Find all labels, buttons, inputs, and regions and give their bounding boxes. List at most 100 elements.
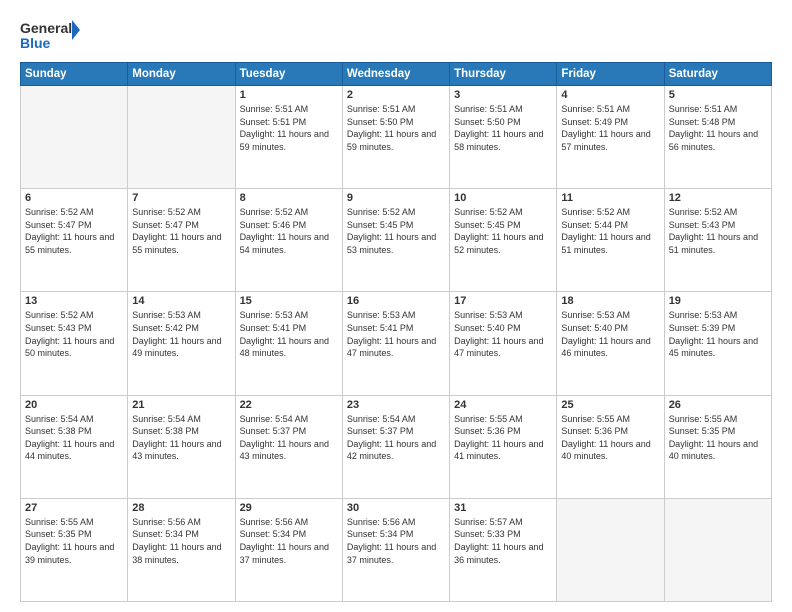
day-info: Sunrise: 5:53 AMSunset: 5:41 PMDaylight:… (347, 309, 445, 359)
day-info: Sunrise: 5:52 AMSunset: 5:43 PMDaylight:… (25, 309, 123, 359)
day-cell: 5 Sunrise: 5:51 AMSunset: 5:48 PMDaylight… (664, 86, 771, 189)
day-info: Sunrise: 5:52 AMSunset: 5:47 PMDaylight:… (25, 206, 123, 256)
day-cell: 19 Sunrise: 5:53 AMSunset: 5:39 PMDayligh… (664, 292, 771, 395)
day-number: 15 (240, 295, 338, 307)
day-cell: 2Sunrise: 5:51 AMSunset: 5:50 PMDaylight… (342, 86, 449, 189)
day-number: 9 (347, 192, 445, 204)
day-number: 26 (669, 399, 767, 411)
day-cell: 31Sunrise: 5:57 AMSunset: 5:33 PMDayligh… (450, 498, 557, 601)
day-cell: 7Sunrise: 5:52 AMSunset: 5:47 PMDaylight… (128, 189, 235, 292)
day-info: Sunrise: 5:52 AMSunset: 5:44 PMDaylight:… (561, 206, 659, 256)
day-header-sunday: Sunday (21, 63, 128, 86)
day-info: Sunrise: 5:51 AMSunset: 5:48 PMDaylight:… (669, 103, 767, 153)
day-info: Sunrise: 5:52 AMSunset: 5:47 PMDaylight:… (132, 206, 230, 256)
week-row-4: 20 Sunrise: 5:54 AMSunset: 5:38 PMDayligh… (21, 395, 772, 498)
day-info: Sunrise: 5:52 AMSunset: 5:45 PMDaylight:… (347, 206, 445, 256)
day-info: Sunrise: 5:51 AMSunset: 5:50 PMDaylight:… (454, 103, 552, 153)
logo-svg: GeneralBlue (20, 18, 80, 54)
day-cell: 18 Sunrise: 5:53 AMSunset: 5:40 PMDayligh… (557, 292, 664, 395)
day-cell (128, 86, 235, 189)
day-cell: 4 Sunrise: 5:51 AMSunset: 5:49 PMDaylight… (557, 86, 664, 189)
day-cell: 22 Sunrise: 5:54 AMSunset: 5:37 PMDayligh… (235, 395, 342, 498)
day-number: 12 (669, 192, 767, 204)
day-number: 16 (347, 295, 445, 307)
day-info: Sunrise: 5:54 AMSunset: 5:37 PMDaylight:… (347, 413, 445, 463)
day-number: 18 (561, 295, 659, 307)
day-cell: 21 Sunrise: 5:54 AMSunset: 5:38 PMDayligh… (128, 395, 235, 498)
day-info: Sunrise: 5:56 AMSunset: 5:34 PMDaylight:… (132, 516, 230, 566)
day-cell: 26 Sunrise: 5:55 AMSunset: 5:35 PMDayligh… (664, 395, 771, 498)
day-cell: 12 Sunrise: 5:52 AMSunset: 5:43 PMDayligh… (664, 189, 771, 292)
day-cell: 20Sunrise: 5:54 AMSunset: 5:38 PMDayligh… (21, 395, 128, 498)
day-number: 30 (347, 502, 445, 514)
day-number: 8 (240, 192, 338, 204)
day-cell: 10Sunrise: 5:52 AMSunset: 5:45 PMDayligh… (450, 189, 557, 292)
logo: GeneralBlue (20, 18, 80, 54)
day-number: 23 (347, 399, 445, 411)
day-header-wednesday: Wednesday (342, 63, 449, 86)
day-cell (21, 86, 128, 189)
week-row-3: 13 Sunrise: 5:52 AMSunset: 5:43 PMDayligh… (21, 292, 772, 395)
day-cell: 24 Sunrise: 5:55 AMSunset: 5:36 PMDayligh… (450, 395, 557, 498)
day-info: Sunrise: 5:55 AMSunset: 5:35 PMDaylight:… (669, 413, 767, 463)
day-header-tuesday: Tuesday (235, 63, 342, 86)
day-number: 4 (561, 89, 659, 101)
day-number: 17 (454, 295, 552, 307)
day-info: Sunrise: 5:53 AMSunset: 5:39 PMDaylight:… (669, 309, 767, 359)
day-info: Sunrise: 5:53 AMSunset: 5:40 PMDaylight:… (561, 309, 659, 359)
day-number: 2 (347, 89, 445, 101)
day-cell: 28 Sunrise: 5:56 AMSunset: 5:34 PMDayligh… (128, 498, 235, 601)
day-cell: 16 Sunrise: 5:53 AMSunset: 5:41 PMDayligh… (342, 292, 449, 395)
day-number: 5 (669, 89, 767, 101)
day-cell: 25 Sunrise: 5:55 AMSunset: 5:36 PMDayligh… (557, 395, 664, 498)
day-info: Sunrise: 5:53 AMSunset: 5:40 PMDaylight:… (454, 309, 552, 359)
day-cell: 8 Sunrise: 5:52 AMSunset: 5:46 PMDaylight… (235, 189, 342, 292)
day-number: 13 (25, 295, 123, 307)
day-info: Sunrise: 5:56 AMSunset: 5:34 PMDaylight:… (240, 516, 338, 566)
day-cell: 11 Sunrise: 5:52 AMSunset: 5:44 PMDayligh… (557, 189, 664, 292)
day-cell: 17 Sunrise: 5:53 AMSunset: 5:40 PMDayligh… (450, 292, 557, 395)
day-info: Sunrise: 5:57 AMSunset: 5:33 PMDaylight:… (454, 516, 552, 566)
day-number: 25 (561, 399, 659, 411)
day-info: Sunrise: 5:55 AMSunset: 5:36 PMDaylight:… (561, 413, 659, 463)
day-number: 11 (561, 192, 659, 204)
day-cell (557, 498, 664, 601)
day-number: 29 (240, 502, 338, 514)
day-info: Sunrise: 5:54 AMSunset: 5:37 PMDaylight:… (240, 413, 338, 463)
day-cell (664, 498, 771, 601)
day-cell: 6 Sunrise: 5:52 AMSunset: 5:47 PMDaylight… (21, 189, 128, 292)
day-info: Sunrise: 5:51 AMSunset: 5:51 PMDaylight:… (240, 103, 338, 153)
day-info: Sunrise: 5:56 AMSunset: 5:34 PMDaylight:… (347, 516, 445, 566)
day-number: 20 (25, 399, 123, 411)
day-number: 14 (132, 295, 230, 307)
day-info: Sunrise: 5:51 AMSunset: 5:49 PMDaylight:… (561, 103, 659, 153)
day-cell: 15 Sunrise: 5:53 AMSunset: 5:41 PMDayligh… (235, 292, 342, 395)
day-cell: 27Sunrise: 5:55 AMSunset: 5:35 PMDayligh… (21, 498, 128, 601)
day-info: Sunrise: 5:52 AMSunset: 5:43 PMDaylight:… (669, 206, 767, 256)
day-number: 21 (132, 399, 230, 411)
day-cell: 13 Sunrise: 5:52 AMSunset: 5:43 PMDayligh… (21, 292, 128, 395)
day-info: Sunrise: 5:52 AMSunset: 5:45 PMDaylight:… (454, 206, 552, 256)
day-info: Sunrise: 5:53 AMSunset: 5:42 PMDaylight:… (132, 309, 230, 359)
week-row-1: 1 Sunrise: 5:51 AMSunset: 5:51 PMDaylight… (21, 86, 772, 189)
day-header-monday: Monday (128, 63, 235, 86)
day-number: 24 (454, 399, 552, 411)
day-header-thursday: Thursday (450, 63, 557, 86)
day-info: Sunrise: 5:52 AMSunset: 5:46 PMDaylight:… (240, 206, 338, 256)
day-number: 22 (240, 399, 338, 411)
day-info: Sunrise: 5:55 AMSunset: 5:36 PMDaylight:… (454, 413, 552, 463)
day-number: 6 (25, 192, 123, 204)
day-number: 28 (132, 502, 230, 514)
week-row-2: 6 Sunrise: 5:52 AMSunset: 5:47 PMDaylight… (21, 189, 772, 292)
day-info: Sunrise: 5:54 AMSunset: 5:38 PMDaylight:… (132, 413, 230, 463)
day-info: Sunrise: 5:55 AMSunset: 5:35 PMDaylight:… (25, 516, 123, 566)
header: GeneralBlue (20, 18, 772, 54)
day-info: Sunrise: 5:53 AMSunset: 5:41 PMDaylight:… (240, 309, 338, 359)
day-number: 19 (669, 295, 767, 307)
day-cell: 1 Sunrise: 5:51 AMSunset: 5:51 PMDaylight… (235, 86, 342, 189)
page: GeneralBlue SundayMondayTuesdayWednesday… (0, 0, 792, 612)
day-number: 1 (240, 89, 338, 101)
day-cell: 9 Sunrise: 5:52 AMSunset: 5:45 PMDaylight… (342, 189, 449, 292)
day-cell: 30 Sunrise: 5:56 AMSunset: 5:34 PMDayligh… (342, 498, 449, 601)
calendar-table: SundayMondayTuesdayWednesdayThursdayFrid… (20, 62, 772, 602)
